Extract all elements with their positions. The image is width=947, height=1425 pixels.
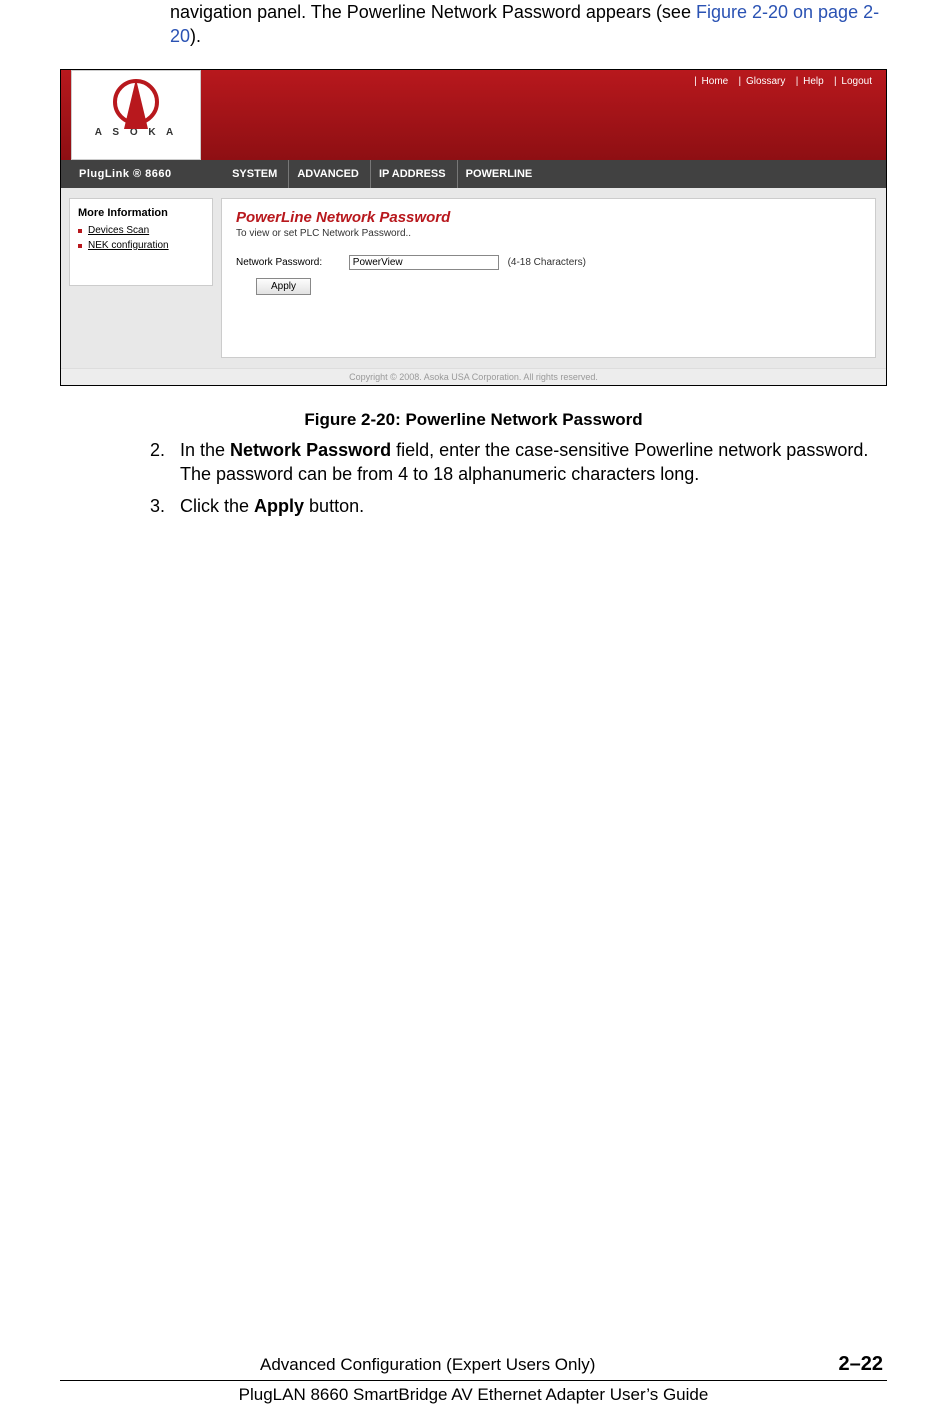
- tab-advanced[interactable]: ADVANCED: [288, 160, 367, 188]
- nav-help[interactable]: Help: [803, 76, 824, 87]
- tab-powerline[interactable]: POWERLINE: [457, 160, 541, 188]
- step-3: 3. Click the Apply button.: [150, 494, 887, 518]
- panel-subtitle: To view or set PLC Network Password..: [236, 228, 861, 239]
- sidebar-title: More Information: [78, 207, 204, 219]
- password-hint: (4-18 Characters): [508, 257, 586, 268]
- network-password-label: Network Password:: [236, 257, 346, 268]
- webui-sidebar: More Information Devices Scan NEK config…: [61, 188, 221, 368]
- step-3-text-c: button.: [304, 496, 364, 516]
- step-3-bold: Apply: [254, 496, 304, 516]
- intro-pre: navigation panel. The Powerline Network …: [170, 2, 696, 22]
- intro-post: ).: [190, 26, 201, 46]
- sidebar-item-nek-config[interactable]: NEK configuration: [88, 240, 204, 251]
- brand-logo: A S O K A: [71, 70, 201, 160]
- step-3-text-a: Click the: [180, 496, 254, 516]
- page-footer: Advanced Configuration (Expert Users Onl…: [60, 1353, 887, 1405]
- network-password-input[interactable]: [349, 255, 499, 270]
- step-2-text-a: In the: [180, 440, 230, 460]
- figure-caption: Figure 2-20: Powerline Network Password: [60, 410, 887, 430]
- webui-header: A S O K A | Home | Glossary | Help | Log…: [61, 70, 886, 160]
- step-2-bold: Network Password: [230, 440, 391, 460]
- step-2-number: 2.: [150, 438, 180, 487]
- apply-button[interactable]: Apply: [256, 278, 311, 295]
- nav-home[interactable]: Home: [702, 76, 729, 87]
- logo-icon: [113, 79, 159, 125]
- product-name: PlugLink ® 8660: [61, 160, 221, 188]
- webui-menubar: PlugLink ® 8660 SYSTEM ADVANCED IP ADDRE…: [61, 160, 886, 188]
- footer-section: Advanced Configuration (Expert Users Onl…: [260, 1355, 595, 1375]
- step-3-number: 3.: [150, 494, 180, 518]
- nav-glossary[interactable]: Glossary: [746, 76, 785, 87]
- tab-system[interactable]: SYSTEM: [224, 160, 285, 188]
- webui-main: PowerLine Network Password To view or se…: [221, 198, 876, 358]
- intro-paragraph: navigation panel. The Powerline Network …: [170, 0, 887, 49]
- embedded-webui: A S O K A | Home | Glossary | Help | Log…: [60, 69, 887, 386]
- footer-page-number: 2–22: [839, 1353, 884, 1376]
- top-nav: | Home | Glossary | Help | Logout: [694, 76, 874, 87]
- webui-copyright: Copyright © 2008. Asoka USA Corporation.…: [61, 368, 886, 385]
- panel-title: PowerLine Network Password: [236, 209, 861, 226]
- step-2: 2. In the Network Password field, enter …: [150, 438, 887, 487]
- footer-guide-title: PlugLAN 8660 SmartBridge AV Ethernet Ada…: [60, 1381, 887, 1405]
- tab-ipaddress[interactable]: IP ADDRESS: [370, 160, 454, 188]
- sidebar-item-devices-scan[interactable]: Devices Scan: [88, 225, 204, 236]
- nav-logout[interactable]: Logout: [841, 76, 872, 87]
